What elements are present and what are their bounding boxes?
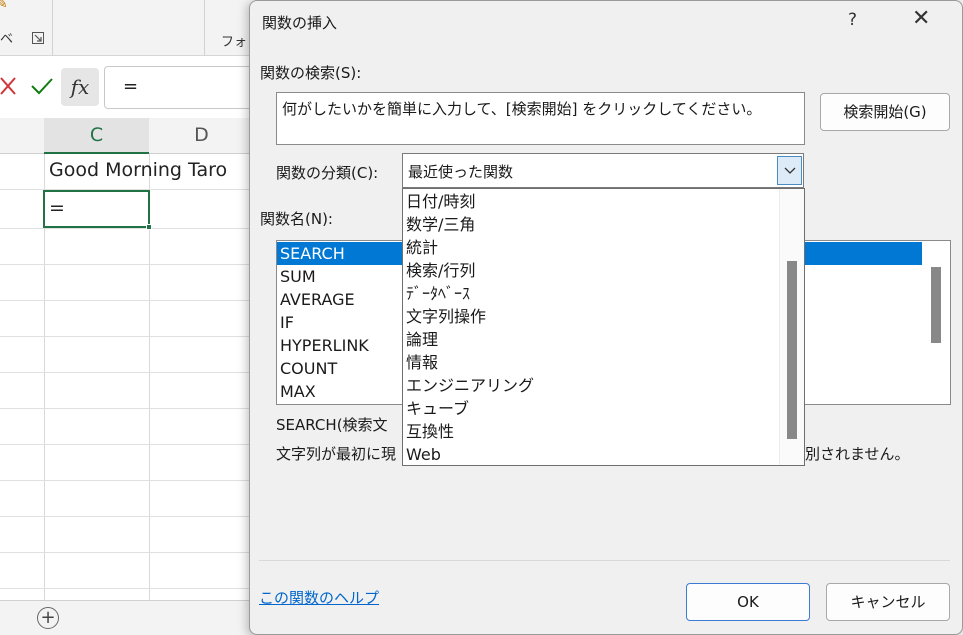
search-start-button[interactable]: 検索開始(G)	[820, 93, 950, 131]
confirm-entry-icon[interactable]	[30, 76, 54, 100]
grid-line	[0, 516, 250, 517]
ribbon-divider	[204, 0, 205, 56]
divider	[259, 560, 950, 561]
dialog-title: 関数の挿入	[262, 14, 338, 32]
insert-function-button[interactable]: fx	[61, 68, 99, 106]
ribbon-divider	[52, 0, 53, 56]
grid-line	[0, 480, 250, 481]
function-description: 文字列が最初に現	[276, 445, 397, 463]
column-header-c[interactable]: C	[44, 118, 149, 154]
grid-line	[0, 444, 250, 445]
cancel-entry-icon[interactable]	[0, 76, 18, 100]
formula-value: =	[123, 76, 139, 97]
category-option-information[interactable]: 情報	[406, 351, 438, 374]
column-header-d[interactable]: D	[149, 118, 254, 154]
column-header-blank	[0, 118, 44, 154]
category-option-lookup[interactable]: 検索/行列	[406, 259, 475, 282]
function-help-link[interactable]: この関数のヘルプ	[259, 587, 379, 608]
category-dropdown-button[interactable]	[777, 156, 802, 185]
grid-line	[0, 228, 250, 229]
fill-handle[interactable]	[146, 224, 152, 230]
category-option-compatibility[interactable]: 互換性	[406, 420, 454, 443]
category-dropdown-scrollbar-thumb[interactable]	[787, 261, 797, 439]
function-list-scrollbar[interactable]	[931, 267, 941, 343]
category-option-text[interactable]: 文字列操作	[406, 305, 486, 328]
search-input-value: 何がしたいかを簡単に入力して、[検索開始] をクリックしてください。	[282, 100, 762, 118]
category-label: 関数の分類(C):	[276, 164, 379, 182]
help-button[interactable]: ?	[848, 10, 857, 30]
category-option-datetime[interactable]: 日付/時刻	[406, 190, 475, 213]
chevron-down-icon	[784, 167, 796, 174]
grid-line	[0, 336, 250, 337]
ok-button[interactable]: OK	[686, 583, 810, 621]
category-option-cube[interactable]: キューブ	[406, 397, 469, 420]
function-name-label: 関数名(N):	[260, 210, 333, 228]
cell-c2-value: =	[49, 197, 65, 219]
category-option-logical[interactable]: 論理	[406, 328, 438, 351]
cancel-button[interactable]: キャンセル	[826, 583, 950, 621]
category-option-statistical[interactable]: 統計	[406, 236, 438, 259]
function-syntax: SEARCH(検索文	[276, 416, 388, 434]
add-sheet-button[interactable]: +	[37, 607, 59, 629]
ribbon-label-clipboard: ベ	[0, 32, 14, 47]
search-label: 関数の検索(S):	[260, 64, 362, 82]
category-option-database[interactable]: ﾃﾞｰﾀﾍﾞｰｽ	[406, 282, 470, 305]
grid-line	[0, 408, 250, 409]
grid-line	[0, 300, 250, 301]
format-painter-icon[interactable]: ✎	[0, 0, 8, 12]
grid-line	[0, 372, 250, 373]
category-option-engineering[interactable]: エンジニアリング	[406, 374, 534, 397]
dialog-launcher-icon[interactable]	[32, 32, 44, 44]
function-description-tail: 別されません。	[805, 445, 910, 463]
category-select-value: 最近使った関数	[408, 163, 514, 181]
grid-line	[0, 264, 250, 265]
grid-line	[0, 588, 250, 589]
category-option-math[interactable]: 数学/三角	[406, 213, 475, 236]
grid-line	[0, 552, 250, 553]
close-button[interactable]: ✕	[912, 6, 930, 31]
category-option-web[interactable]: Web	[406, 443, 441, 466]
cell-c1[interactable]: Good Morning Taro	[49, 159, 227, 181]
